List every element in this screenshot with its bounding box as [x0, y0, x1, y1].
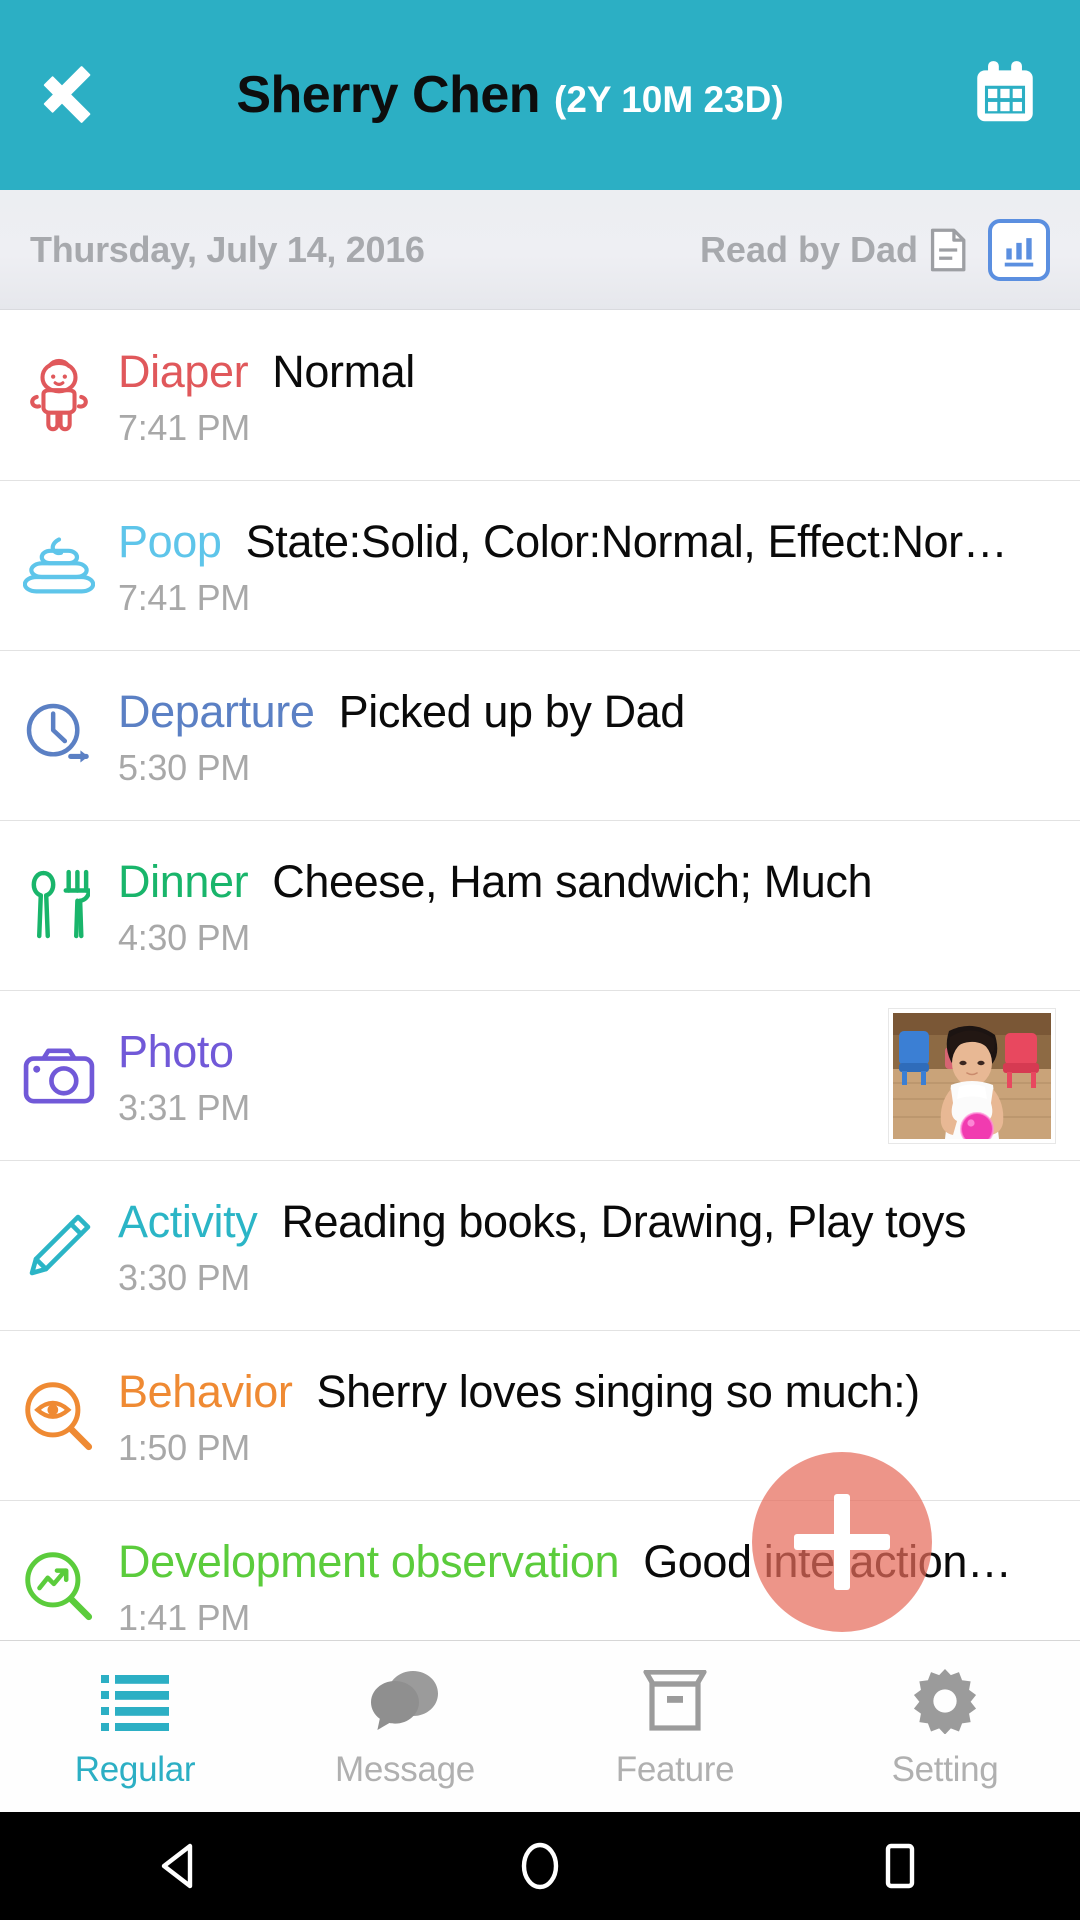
- baby-icon: [30, 358, 88, 431]
- entry-icon-cell: [0, 1501, 118, 1641]
- app-screen: Sherry Chen (2Y 10M 23D) Thursday, July …: [0, 0, 1080, 1920]
- list-item[interactable]: Diaper Normal 7:41 PM: [0, 311, 1080, 481]
- entry-detail: Picked up by Dad: [338, 685, 686, 737]
- list-icon: [101, 1664, 169, 1738]
- entry-line: Dinner Cheese, Ham sandwich; Much: [118, 853, 1060, 911]
- calendar-button[interactable]: [930, 0, 1080, 190]
- chat-bubbles-icon: [369, 1664, 441, 1738]
- bar-chart-icon: [1004, 237, 1034, 266]
- child-name: Sherry Chen: [236, 66, 541, 124]
- entry-icon-cell: [0, 991, 118, 1161]
- entry-icon-cell: [0, 651, 118, 821]
- entry-line: Poop State:Solid, Color:Normal, Effect:N…: [118, 513, 1060, 571]
- photo-thumbnail-image: [893, 1013, 1051, 1139]
- poop-icon: [23, 536, 95, 593]
- entry-category: Diaper: [118, 345, 249, 397]
- entry-body: Dinner Cheese, Ham sandwich; Much 4:30 P…: [118, 853, 1080, 959]
- entry-category: Dinner: [118, 855, 249, 907]
- entry-time: 5:30 PM: [118, 746, 250, 788]
- app-bar: Sherry Chen (2Y 10M 23D): [0, 0, 1080, 190]
- page-title: Sherry Chen (2Y 10M 23D): [90, 65, 930, 125]
- entry-category: Development observation: [118, 1535, 620, 1587]
- list-item[interactable]: Departure Picked up by Dad 5:30 PM: [0, 651, 1080, 821]
- date-label: Thursday, July 14, 2016: [30, 228, 425, 270]
- android-home-icon: [521, 1842, 559, 1890]
- tab-label: Setting: [891, 1749, 999, 1789]
- android-recents-icon: [885, 1843, 915, 1889]
- android-home-button[interactable]: [450, 1812, 630, 1920]
- entry-list[interactable]: Diaper Normal 7:41 PM Poop State:Solid, …: [0, 311, 1080, 1640]
- entry-line: Diaper Normal: [118, 343, 1060, 401]
- list-item[interactable]: Poop State:Solid, Color:Normal, Effect:N…: [0, 481, 1080, 651]
- entry-time: 3:30 PM: [118, 1256, 250, 1298]
- entry-icon-cell: [0, 821, 118, 991]
- tab-label: Regular: [74, 1749, 196, 1789]
- list-item[interactable]: Activity Reading books, Drawing, Play to…: [0, 1161, 1080, 1331]
- pencil-icon: [29, 1214, 91, 1275]
- date-bar-actions: Read by Dad: [700, 218, 1050, 281]
- entry-icon-cell: [0, 311, 118, 481]
- android-system-bar: [0, 1812, 1080, 1920]
- entry-detail: State:Solid, Color:Normal, Effect:Nor…: [245, 515, 1008, 567]
- entry-line: Activity Reading books, Drawing, Play to…: [118, 1193, 1060, 1251]
- read-status-label: Read by Dad: [699, 228, 918, 270]
- android-back-button[interactable]: [90, 1812, 270, 1920]
- tab-regular[interactable]: Regular: [0, 1641, 270, 1812]
- entry-icon-cell: [0, 481, 118, 651]
- entry-time: 1:50 PM: [118, 1426, 250, 1468]
- entry-detail: Sherry loves singing so much:): [316, 1365, 921, 1417]
- tab-feature[interactable]: Feature: [540, 1641, 810, 1812]
- box-icon: [642, 1664, 708, 1738]
- entry-icon-cell: [0, 1331, 118, 1501]
- entry-time: 4:30 PM: [118, 916, 250, 958]
- entry-body: Behavior Sherry loves singing so much:) …: [118, 1363, 1080, 1469]
- tab-label: Message: [335, 1749, 475, 1789]
- date-bar: Thursday, July 14, 2016 Read by Dad: [0, 190, 1080, 310]
- chevron-left-icon: [42, 56, 88, 134]
- list-item[interactable]: Dinner Cheese, Ham sandwich; Much 4:30 P…: [0, 821, 1080, 991]
- camera-icon: [23, 1047, 95, 1104]
- entry-detail: Reading books, Drawing, Play toys: [281, 1195, 967, 1247]
- entry-detail: Cheese, Ham sandwich; Much: [272, 855, 873, 907]
- entry-line: Departure Picked up by Dad: [118, 683, 1060, 741]
- entry-body: Poop State:Solid, Color:Normal, Effect:N…: [118, 513, 1080, 619]
- list-item[interactable]: Behavior Sherry loves singing so much:) …: [0, 1331, 1080, 1501]
- android-recents-button[interactable]: [810, 1812, 990, 1920]
- list-item[interactable]: Photo 3:31 PM: [0, 991, 1080, 1161]
- tab-message[interactable]: Message: [270, 1641, 540, 1812]
- entry-time: 1:41 PM: [118, 1596, 250, 1638]
- entry-category: Photo: [118, 1025, 234, 1077]
- read-status-button[interactable]: Read by Dad: [700, 227, 970, 273]
- entry-icon-cell: [0, 1161, 118, 1331]
- entry-body: Activity Reading books, Drawing, Play to…: [118, 1193, 1080, 1299]
- plus-icon: [794, 1494, 890, 1590]
- entry-body: Diaper Normal 7:41 PM: [118, 343, 1080, 449]
- entry-category: Poop: [118, 515, 222, 567]
- entry-body: Departure Picked up by Dad 5:30 PM: [118, 683, 1080, 789]
- add-entry-fab[interactable]: [752, 1452, 932, 1632]
- chart-button[interactable]: [988, 218, 1050, 281]
- entry-time: 7:41 PM: [118, 576, 250, 618]
- child-age: (2Y 10M 23D): [554, 79, 784, 120]
- entry-category: Departure: [118, 685, 315, 737]
- tab-setting[interactable]: Setting: [810, 1641, 1080, 1812]
- entry-time: 7:41 PM: [118, 406, 250, 448]
- gear-icon: [912, 1664, 978, 1738]
- growth-magnifier-icon: [25, 1551, 93, 1620]
- calendar-icon: [977, 61, 1033, 122]
- entry-category: Activity: [118, 1195, 258, 1247]
- document-icon: [930, 228, 966, 271]
- tab-label: Feature: [615, 1749, 735, 1789]
- eye-magnifier-icon: [25, 1381, 93, 1450]
- entry-body: Development observation Good interaction…: [118, 1533, 1080, 1639]
- clock-departure-icon: [26, 703, 89, 762]
- bottom-navigation: Regular Message Feature Setting: [0, 1640, 1080, 1812]
- android-back-icon: [161, 1843, 193, 1889]
- entry-detail: Normal: [272, 345, 415, 397]
- entry-category: Behavior: [118, 1365, 293, 1417]
- utensils-icon: [31, 869, 90, 938]
- entry-photo-thumbnail[interactable]: [889, 1009, 1055, 1143]
- entry-line: Behavior Sherry loves singing so much:): [118, 1363, 1060, 1421]
